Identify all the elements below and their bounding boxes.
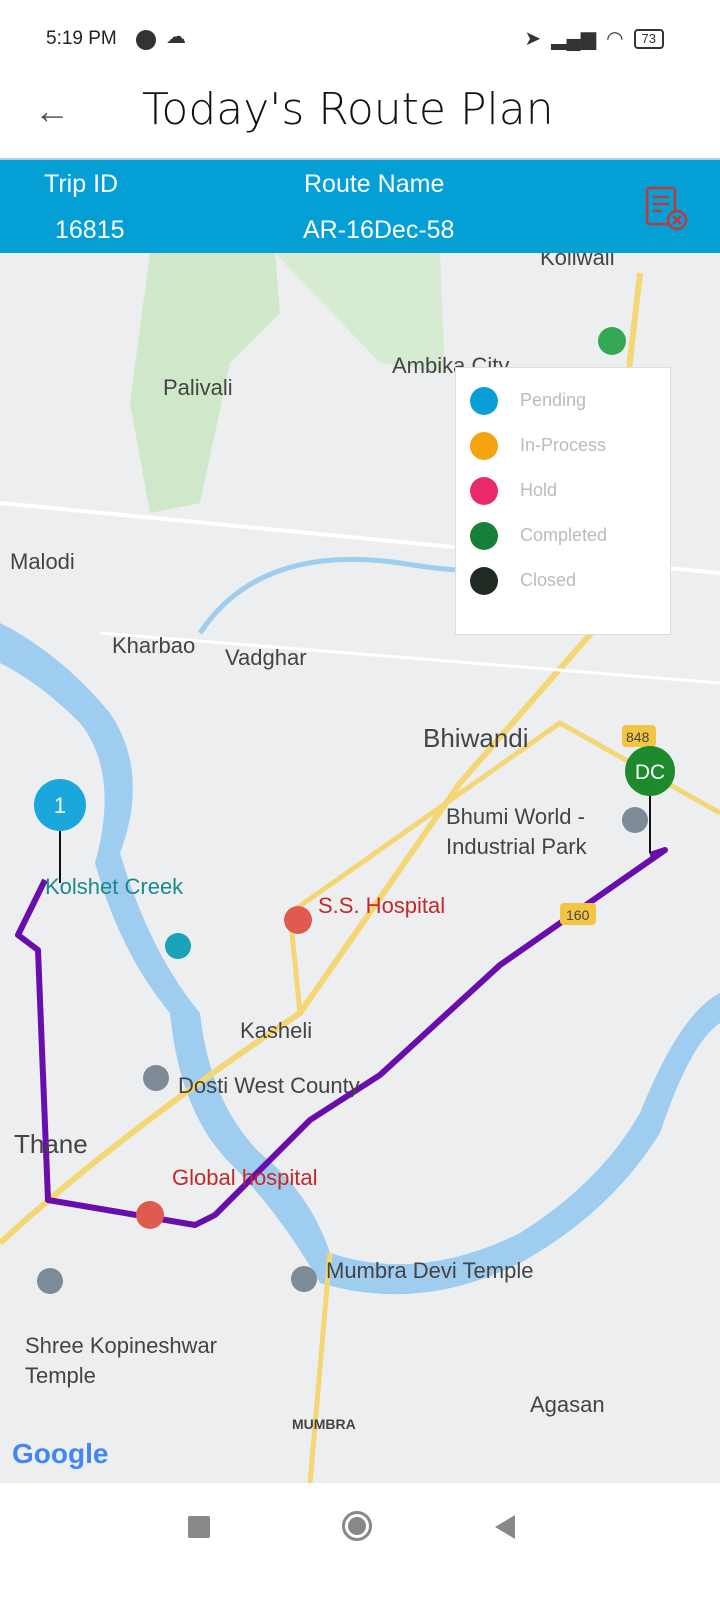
- map-label: Agasan: [530, 1392, 605, 1417]
- map-label: Vadghar: [225, 645, 307, 670]
- trip-id-label: Trip ID: [44, 170, 119, 198]
- hospital-pin-icon: [136, 1201, 164, 1229]
- legend-item-in-process: In-Process: [456, 423, 670, 468]
- cancel-report-icon[interactable]: [644, 186, 688, 232]
- back-button[interactable]: [495, 1515, 515, 1539]
- place-pin-icon: [622, 807, 648, 833]
- system-nav-bar: [0, 1483, 720, 1600]
- route-name-label: Route Name: [304, 170, 445, 198]
- legend-item-pending: Pending: [456, 378, 670, 423]
- map-label: Dosti West County: [178, 1073, 360, 1098]
- map-label: Kolshet Creek: [45, 874, 184, 899]
- back-arrow-icon[interactable]: ←: [34, 90, 70, 132]
- legend-item-hold: Hold: [456, 468, 670, 513]
- map-label: S.S. Hospital: [318, 893, 445, 918]
- notification-dot-icon: [136, 30, 156, 50]
- dc-label: DC: [635, 761, 665, 784]
- stop-marker-1: 1: [34, 779, 86, 883]
- map-label: Temple: [25, 1363, 96, 1388]
- google-logo: Google: [12, 1438, 108, 1469]
- map-label: Bhumi World -: [446, 804, 585, 829]
- status-legend: Pending In-Process Hold Completed Closed: [455, 367, 671, 635]
- recents-button[interactable]: [188, 1516, 210, 1538]
- map-label: MUMBRA: [292, 1416, 356, 1432]
- in-process-dot: [470, 431, 498, 460]
- map-label: Kharbao: [112, 633, 195, 658]
- map-label: Palivali: [163, 375, 233, 400]
- temple-pin-icon: [291, 1266, 317, 1292]
- location-icon: ➤: [524, 28, 542, 50]
- map-label: Shree Kopineshwar: [25, 1333, 217, 1358]
- signal-icon: ▂▄▆: [551, 28, 597, 50]
- camera-pin-icon: [165, 933, 191, 959]
- map-label: Bhiwandi: [423, 723, 529, 753]
- map-label: Mumbra Devi Temple: [326, 1258, 533, 1283]
- wifi-icon: ◠: [606, 28, 624, 50]
- map-label: Global hospital: [172, 1165, 318, 1190]
- road-number: 160: [566, 907, 590, 923]
- closed-dot: [470, 566, 498, 595]
- stop-number: 1: [54, 793, 66, 818]
- trip-info-bar: Trip ID 16815 Route Name AR-16Dec-58: [0, 158, 720, 253]
- page-title: Today's Route Plan: [142, 84, 554, 135]
- route-name-value: AR-16Dec-58: [303, 216, 455, 244]
- dc-marker: DC: [625, 746, 675, 853]
- road-number: 848: [626, 729, 650, 745]
- legend-item-closed: Closed: [456, 558, 670, 603]
- trip-id-value: 16815: [55, 216, 125, 244]
- map-label: Industrial Park: [446, 834, 588, 859]
- route-map[interactable]: Koliwali Ambika City Palivali Malodi Kha…: [0, 253, 720, 1483]
- app-bar: ← Today's Route Plan: [0, 78, 720, 158]
- status-bar: 5:19 PM ☁ ➤ ▂▄▆ ◠ 73: [0, 0, 720, 78]
- status-time: 5:19 PM: [46, 28, 117, 49]
- home-button[interactable]: [342, 1511, 372, 1541]
- place-pin-icon: [143, 1065, 169, 1091]
- hospital-pin-icon: [284, 906, 312, 934]
- temple-pin-icon: [37, 1268, 63, 1294]
- pending-dot: [470, 386, 498, 415]
- battery-icon: 73: [633, 28, 664, 49]
- legend-item-completed: Completed: [456, 513, 670, 558]
- map-label: Thane: [14, 1129, 88, 1159]
- completed-dot: [470, 521, 498, 550]
- hold-dot: [470, 476, 498, 505]
- river: [0, 623, 720, 1295]
- map-label: Koliwali: [540, 253, 615, 270]
- map-label: Malodi: [10, 549, 75, 574]
- park-pin-icon: [598, 327, 626, 355]
- cloud-icon: ☁: [166, 26, 186, 48]
- map-label: Kasheli: [240, 1018, 312, 1043]
